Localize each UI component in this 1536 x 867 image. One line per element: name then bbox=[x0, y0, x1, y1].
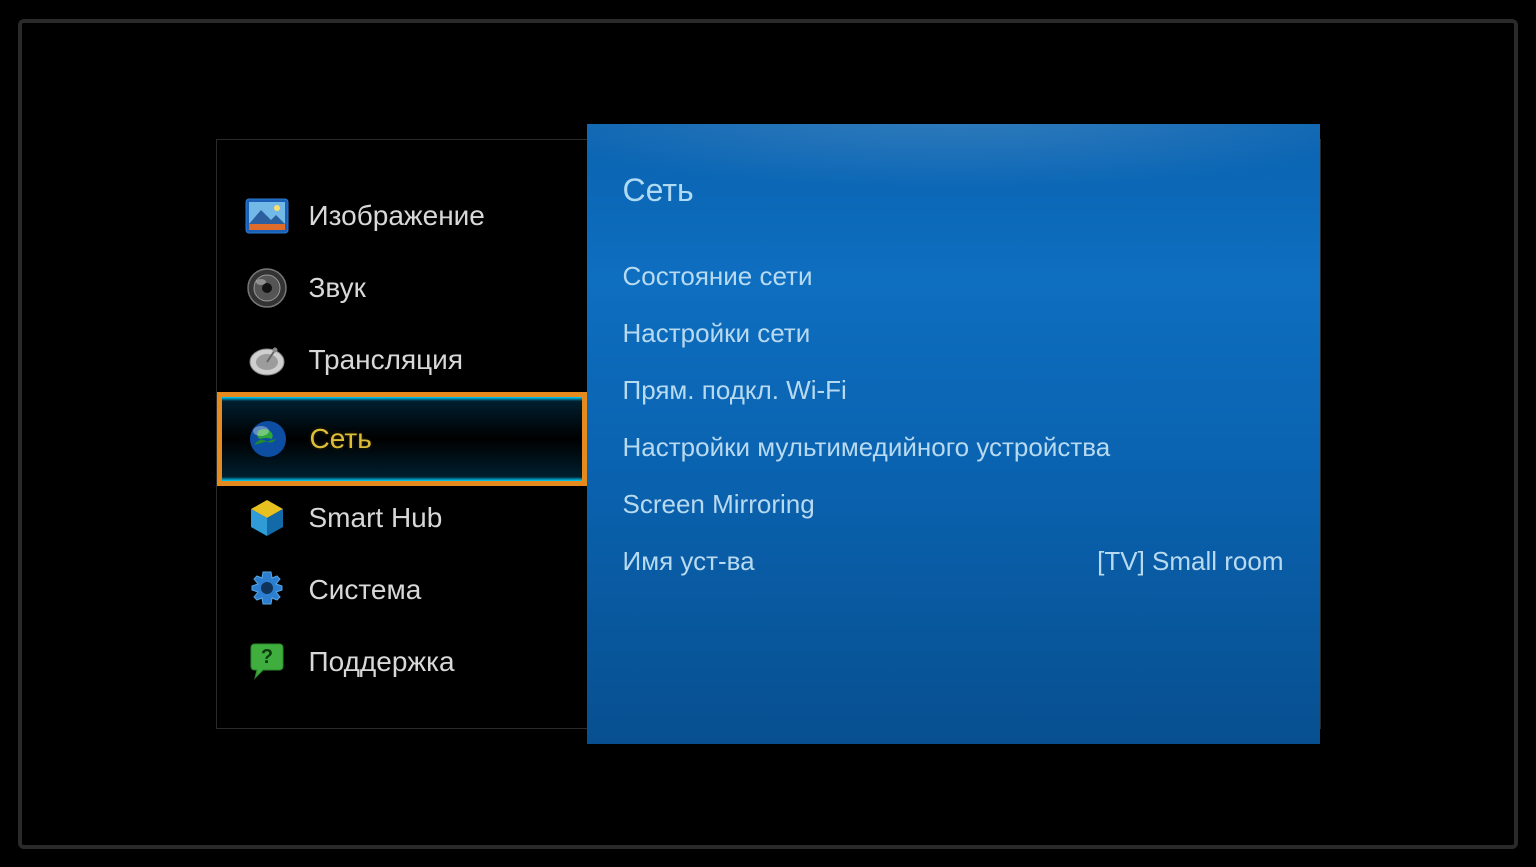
panel-title: Сеть bbox=[623, 172, 1284, 209]
option-label: Настройки мультимедийного устройства bbox=[623, 432, 1111, 463]
option-network-settings[interactable]: Настройки сети bbox=[623, 318, 1284, 349]
option-network-status[interactable]: Состояние сети bbox=[623, 261, 1284, 292]
sidebar-item-smarthub[interactable]: Smart Hub bbox=[217, 482, 587, 554]
option-device-name[interactable]: Имя уст-ва [TV] Small room bbox=[623, 546, 1284, 577]
globe-icon bbox=[246, 417, 290, 461]
option-wifi-direct[interactable]: Прям. подкл. Wi-Fi bbox=[623, 375, 1284, 406]
option-label: Имя уст-ва bbox=[623, 546, 755, 577]
option-label: Настройки сети bbox=[623, 318, 811, 349]
sidebar-item-system[interactable]: Система bbox=[217, 554, 587, 626]
support-icon: ? bbox=[245, 640, 289, 684]
sidebar-item-support[interactable]: ? Поддержка bbox=[217, 626, 587, 698]
option-label: Screen Mirroring bbox=[623, 489, 815, 520]
option-value: [TV] Small room bbox=[1097, 546, 1283, 577]
sidebar-item-network[interactable]: Сеть bbox=[217, 392, 587, 486]
content-panel: Сеть Состояние сети Настройки сети Прям.… bbox=[587, 124, 1320, 744]
svg-text:?: ? bbox=[260, 646, 272, 668]
menu-frame: Изображение Звук bbox=[216, 139, 1321, 729]
sidebar-item-label: Звук bbox=[309, 272, 366, 304]
dish-icon bbox=[245, 338, 289, 382]
sidebar-item-label: Трансляция bbox=[309, 344, 463, 376]
cube-icon bbox=[245, 496, 289, 540]
sidebar-item-sound[interactable]: Звук bbox=[217, 252, 587, 324]
option-screen-mirroring[interactable]: Screen Mirroring bbox=[623, 489, 1284, 520]
speaker-icon bbox=[245, 266, 289, 310]
sidebar-item-label: Smart Hub bbox=[309, 502, 443, 534]
sidebar-item-label: Сеть bbox=[310, 423, 372, 455]
option-multimedia-device[interactable]: Настройки мультимедийного устройства bbox=[623, 432, 1284, 463]
sidebar-item-picture[interactable]: Изображение bbox=[217, 180, 587, 252]
sidebar-item-broadcast[interactable]: Трансляция bbox=[217, 324, 587, 396]
sidebar-item-label: Система bbox=[309, 574, 422, 606]
sidebar-item-label: Поддержка bbox=[309, 646, 455, 678]
gear-icon bbox=[245, 568, 289, 612]
sidebar: Изображение Звук bbox=[217, 140, 587, 728]
sidebar-item-label: Изображение bbox=[309, 200, 485, 232]
tv-bezel: Изображение Звук bbox=[18, 19, 1518, 849]
option-label: Прям. подкл. Wi-Fi bbox=[623, 375, 847, 406]
picture-icon bbox=[245, 194, 289, 238]
option-label: Состояние сети bbox=[623, 261, 813, 292]
